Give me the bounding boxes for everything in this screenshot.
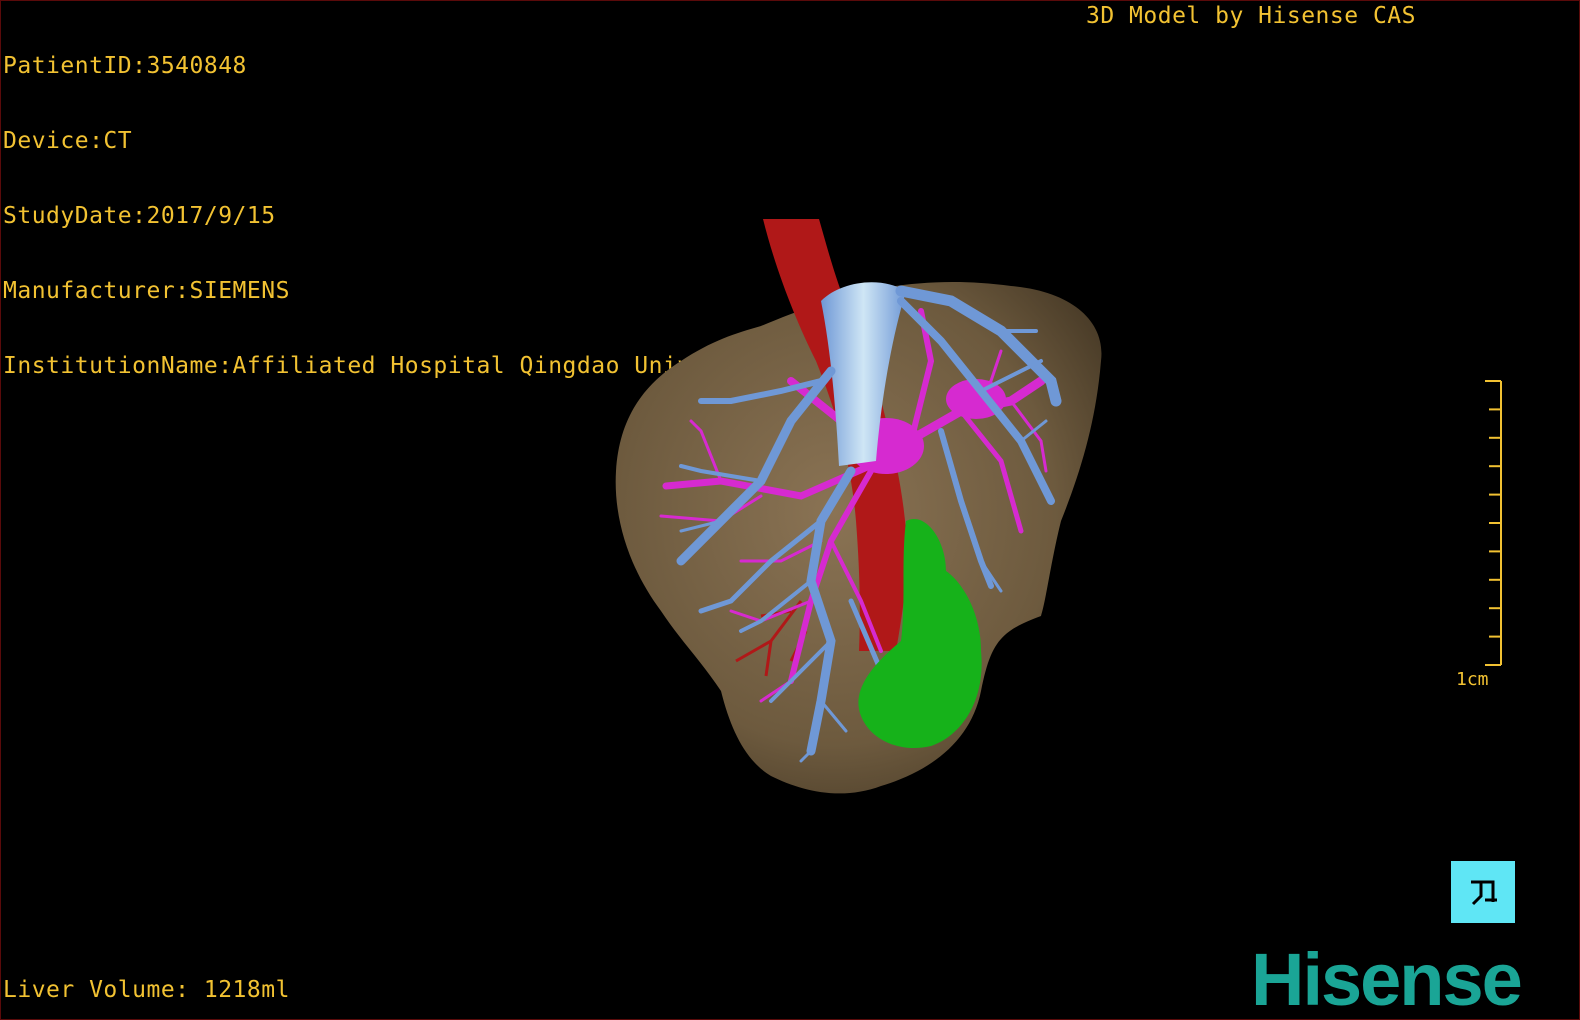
scale-bar-label: 1cm	[1456, 669, 1489, 690]
liver-volume-text: Liver Volume: 1218ml	[3, 977, 290, 1003]
orientation-reset-button[interactable]	[1451, 861, 1515, 923]
orientation-reset-icon	[1471, 880, 1497, 906]
3d-viewport[interactable]: PatientID:3540848 Device:CT StudyDate:20…	[0, 0, 1580, 1020]
hisense-logo: Hisense	[1251, 938, 1523, 1020]
liver-3d-model[interactable]	[1, 1, 1580, 1020]
scale-bar	[1485, 380, 1502, 666]
